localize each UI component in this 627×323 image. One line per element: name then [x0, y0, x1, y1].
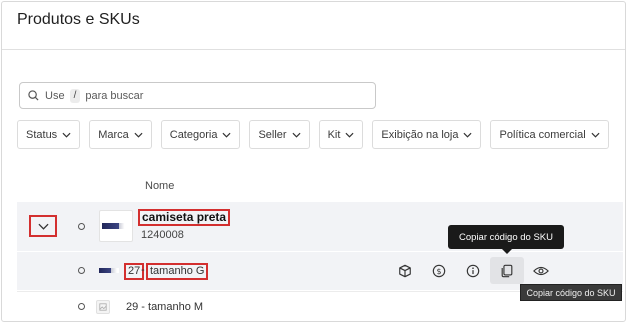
filter-bar: Status Marca Categoria Seller Kit Exibiç…	[17, 120, 609, 149]
filter-politica[interactable]: Política comercial	[490, 120, 609, 149]
search-icon	[28, 90, 39, 101]
shirt-image	[99, 267, 119, 273]
search-placeholder-suffix: para buscar	[85, 89, 144, 102]
chevron-down-icon	[292, 132, 301, 138]
filter-label: Kit	[327, 128, 341, 141]
filter-kit[interactable]: Kit	[318, 120, 364, 149]
cube-icon	[399, 264, 411, 277]
select-radio[interactable]	[78, 223, 85, 230]
filter-label: Exibição na loja	[381, 128, 459, 141]
chevron-down-icon	[591, 132, 600, 138]
chevron-down-icon	[37, 223, 49, 230]
filter-seller[interactable]: Seller	[249, 120, 310, 149]
product-thumbnail	[99, 210, 133, 242]
search-placeholder-prefix: Use	[45, 89, 65, 102]
sku-label[interactable]: 29 - tamanho M	[126, 301, 203, 313]
search-input[interactable]: Use / para buscar	[19, 82, 376, 109]
chevron-down-icon	[134, 132, 143, 138]
filter-label: Marca	[98, 128, 129, 141]
copy-sku-button[interactable]	[490, 257, 524, 284]
sku-info-button[interactable]	[456, 257, 490, 284]
column-header-name: Nome	[145, 180, 175, 192]
filter-categoria[interactable]: Categoria	[160, 120, 241, 149]
filter-label: Categoria	[169, 128, 218, 141]
copy-sku-tooltip: Copiar código do SKU	[448, 225, 564, 254]
filter-label: Status	[26, 128, 58, 141]
product-name[interactable]: camiseta preta	[138, 209, 231, 226]
search-shortcut-key: /	[69, 88, 81, 103]
shirt-image	[102, 223, 130, 229]
price-icon: $	[432, 264, 446, 277]
chevron-down-icon	[463, 132, 472, 138]
sku-price-button[interactable]: $	[422, 257, 456, 284]
sku-actions: $	[388, 257, 558, 284]
select-radio[interactable]	[78, 267, 85, 274]
sku-view-button[interactable]	[524, 257, 558, 284]
expand-button[interactable]	[29, 215, 57, 237]
chevron-down-icon	[62, 132, 71, 138]
eye-icon	[533, 266, 549, 275]
products-panel: Produtos e SKUs Use / para buscar Status…	[1, 1, 626, 322]
select-radio[interactable]	[78, 303, 85, 310]
product-id: 1240008	[141, 229, 184, 241]
info-icon	[466, 264, 480, 277]
copy-sku-native-tooltip: Copiar código do SKU	[520, 284, 622, 301]
header-divider	[2, 49, 625, 50]
image-placeholder-icon	[96, 300, 110, 314]
filter-status[interactable]: Status	[17, 120, 81, 149]
sku-inventory-button[interactable]	[388, 257, 422, 284]
svg-text:$: $	[436, 266, 441, 275]
filter-exibicao[interactable]: Exibição na loja	[372, 120, 482, 149]
chevron-down-icon	[222, 132, 231, 138]
page-title: Produtos e SKUs	[17, 11, 140, 28]
filter-marca[interactable]: Marca	[89, 120, 152, 149]
sku-separator: -	[141, 264, 145, 276]
chevron-down-icon	[345, 132, 354, 138]
filter-label: Seller	[258, 128, 287, 141]
sku-thumbnail	[99, 263, 119, 277]
filter-label: Política comercial	[499, 128, 586, 141]
copy-icon	[501, 264, 513, 277]
sku-name[interactable]: tamanho G	[146, 263, 209, 280]
image-icon	[99, 303, 107, 311]
